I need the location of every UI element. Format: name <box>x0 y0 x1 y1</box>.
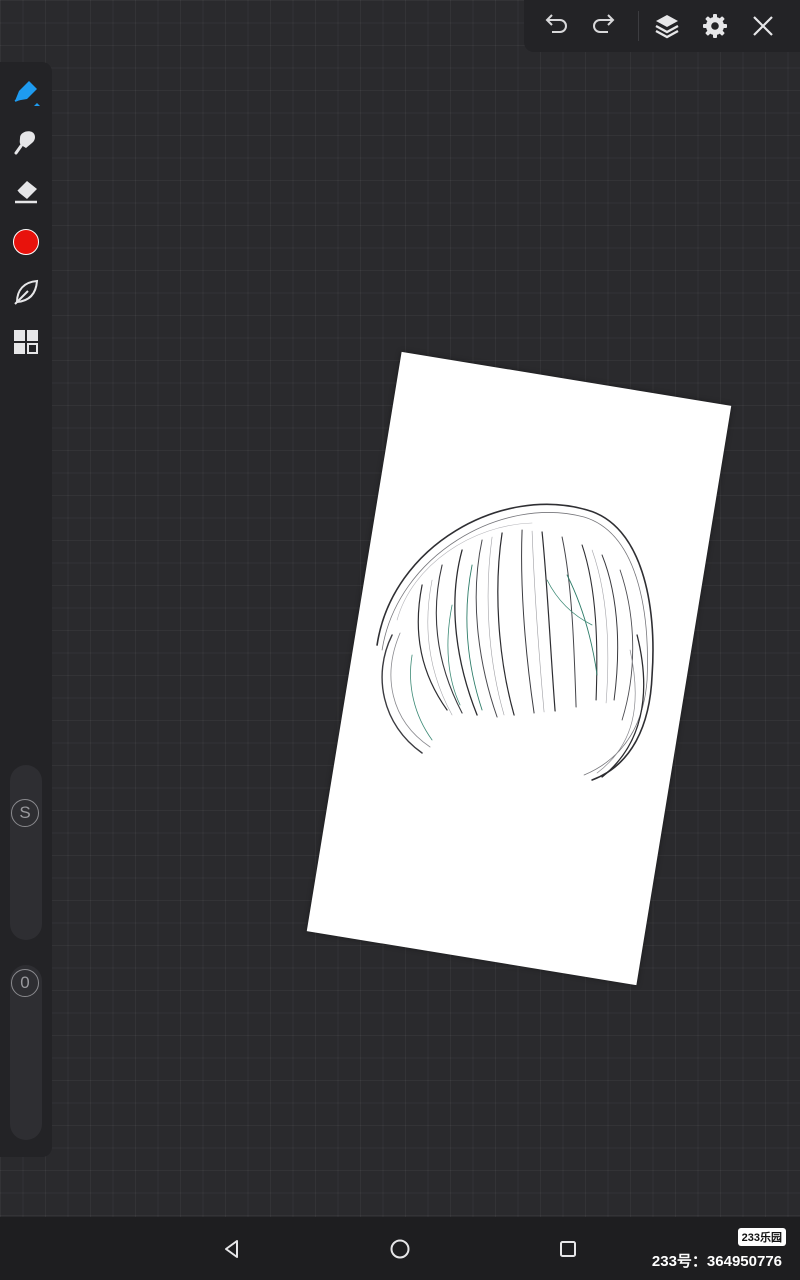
opacity-slider-knob[interactable]: 0 <box>11 969 39 997</box>
undo-button[interactable] <box>538 8 574 44</box>
left-toolbar: S 0 <box>0 62 52 1157</box>
eraser-tool-button[interactable] <box>6 172 46 212</box>
nav-home-button[interactable] <box>384 1233 416 1265</box>
undo-icon <box>545 14 567 33</box>
system-nav-bar: 233乐园 233号：364950776 <box>0 1217 800 1280</box>
opacity-slider[interactable]: 0 <box>10 965 42 1140</box>
redo-icon <box>593 14 615 33</box>
lasso-leaf-icon <box>14 279 39 305</box>
recents-square-icon <box>560 1241 576 1257</box>
pen-icon <box>14 81 40 106</box>
hair-sketch-artwork <box>376 503 654 781</box>
color-swatch <box>13 229 39 255</box>
top-toolbar <box>524 0 800 52</box>
close-icon <box>753 16 773 36</box>
drawing-canvas[interactable] <box>306 351 732 986</box>
redo-button[interactable] <box>586 8 622 44</box>
grid-icon <box>14 330 38 354</box>
close-button[interactable] <box>745 8 781 44</box>
layers-button[interactable] <box>649 8 685 44</box>
smudge-icon <box>14 131 35 155</box>
nav-recents-button[interactable] <box>552 1233 584 1265</box>
home-circle-icon <box>390 1239 410 1259</box>
layers-icon <box>655 15 679 39</box>
toolbar-divider <box>638 11 639 41</box>
watermark-logo: 233乐园 <box>737 1228 786 1246</box>
more-tools-button[interactable] <box>6 322 46 362</box>
settings-button[interactable] <box>697 8 733 44</box>
color-picker-button[interactable] <box>6 222 46 262</box>
nav-back-button[interactable] <box>216 1233 248 1265</box>
brush-size-slider[interactable]: S <box>10 765 42 940</box>
smudge-tool-button[interactable] <box>6 122 46 162</box>
lasso-tool-button[interactable] <box>6 272 46 312</box>
watermark-id: 233号：364950776 <box>651 1253 782 1270</box>
size-slider-knob[interactable]: S <box>11 799 39 827</box>
pen-tool-button[interactable] <box>6 72 46 112</box>
back-triangle-icon <box>225 1240 238 1258</box>
eraser-icon <box>15 181 37 204</box>
gear-icon <box>703 14 727 38</box>
